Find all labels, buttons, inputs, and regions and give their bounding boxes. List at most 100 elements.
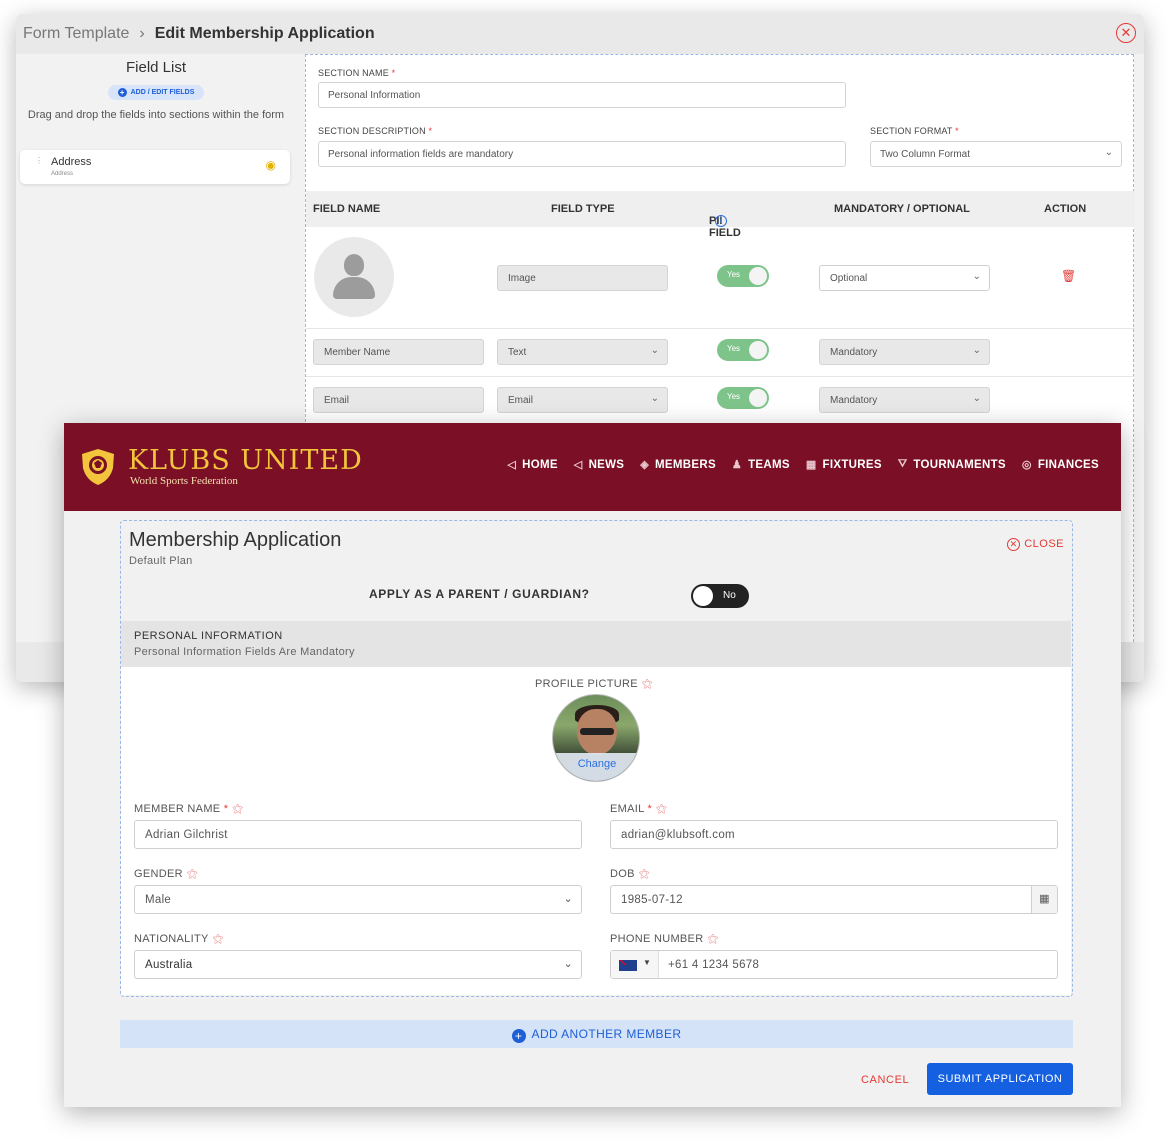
email-input[interactable]: adrian@klubsoft.com xyxy=(610,820,1058,849)
calendar-icon[interactable]: ▦ xyxy=(1031,886,1057,913)
col-field-name: FIELD NAME xyxy=(313,203,381,215)
info-icon[interactable]: i xyxy=(715,215,727,227)
shield-logo-icon xyxy=(82,449,114,485)
section-description: Personal Information Fields Are Mandator… xyxy=(134,646,355,658)
member-name-input[interactable]: Adrian Gilchrist xyxy=(134,820,582,849)
cancel-button[interactable]: CANCEL xyxy=(861,1074,909,1086)
caret-down-icon: ▼ xyxy=(643,958,652,967)
section-description-label: SECTION DESCRIPTION * xyxy=(318,126,433,136)
main-nav: ◁ HOME ◁ NEWS ◈ MEMBERS ♟ TEAMS ▦ FIXTURES ⛛ T… xyxy=(507,458,1099,471)
add-edit-fields-label: ADD / EDIT FIELDS xyxy=(130,89,195,96)
application-card: Membership Application Default Plan ✕ CLO… xyxy=(120,520,1073,997)
mode-select[interactable]: Mandatory ⌄ xyxy=(819,387,990,413)
chevron-down-icon: ⌄ xyxy=(1104,147,1113,158)
gender-select[interactable]: Male ⌄ xyxy=(134,885,582,914)
fingerprint-icon: ⚝ xyxy=(186,868,198,880)
drag-handle-icon[interactable]: ⋮ xyxy=(35,157,43,165)
trash-icon[interactable]: 🗑 xyxy=(1061,269,1076,283)
megaphone-icon: ◁ xyxy=(507,459,517,471)
chevron-down-icon: ⌄ xyxy=(650,345,659,356)
field-list-title: Field List xyxy=(125,59,187,76)
add-edit-fields-button[interactable]: + ADD / EDIT FIELDS xyxy=(108,85,204,100)
gender-label: GENDER ⚝ xyxy=(134,868,198,880)
nav-home[interactable]: ◁ HOME xyxy=(507,458,557,472)
section-name-input[interactable]: Personal Information xyxy=(318,82,846,108)
field-type-select[interactable]: Email ⌄ xyxy=(497,387,668,413)
parent-guardian-question: APPLY AS A PARENT / GUARDIAN? xyxy=(369,587,590,601)
col-mandatory-optional: MANDATORY / OPTIONAL xyxy=(834,203,970,215)
section-header: PERSONAL INFORMATION Personal Informatio… xyxy=(121,621,1071,667)
chevron-down-icon: ⌄ xyxy=(563,958,573,970)
profile-picture-label: PROFILE PICTURE ⚝ xyxy=(535,678,653,690)
field-name-member-name[interactable]: Member Name xyxy=(313,339,484,365)
phone-label: PHONE NUMBER ⚝ xyxy=(610,933,719,945)
trophy-icon: ⛛ xyxy=(897,458,908,470)
breadcrumb-parent[interactable]: Form Template xyxy=(23,25,129,43)
field-card-address[interactable]: ⋮ Address Address ◉ xyxy=(20,150,290,184)
field-card-title: Address xyxy=(51,156,92,168)
chevron-down-icon: ⌄ xyxy=(972,393,981,404)
field-name-email[interactable]: Email xyxy=(313,387,484,413)
australia-flag-icon xyxy=(619,960,637,971)
change-photo-button[interactable]: Change xyxy=(553,753,639,781)
profile-photo[interactable]: Change xyxy=(552,694,640,782)
nav-fixtures[interactable]: ▦ FIXTURES xyxy=(805,458,882,472)
site-header: KLUBS UNITED World Sports Federation ◁ HO… xyxy=(64,423,1121,511)
close-button[interactable]: ✕ CLOSE xyxy=(1007,538,1064,551)
field-type-select[interactable]: Text ⌄ xyxy=(497,339,668,365)
nationality-label: NATIONALITY ⚝ xyxy=(134,933,224,945)
country-code-select[interactable]: ▼ xyxy=(611,951,659,978)
phone-input[interactable]: ▼ +61 4 1234 5678 xyxy=(610,950,1058,979)
nav-news[interactable]: ◁ NEWS xyxy=(573,458,624,472)
pii-toggle[interactable]: Yes xyxy=(717,387,769,409)
brand-name[interactable]: KLUBS UNITED xyxy=(128,445,363,476)
section-format-label: SECTION FORMAT * xyxy=(870,126,959,136)
nav-finances[interactable]: ◎ FINANCES xyxy=(1021,458,1099,472)
section-name-label: SECTION NAME * xyxy=(318,68,396,78)
section-format-select[interactable]: Two Column Format ⌄ xyxy=(870,141,1122,167)
membership-application-window: KLUBS UNITED World Sports Federation ◁ HO… xyxy=(64,423,1121,1107)
add-another-member-button[interactable]: + ADD ANOTHER MEMBER xyxy=(120,1020,1073,1048)
close-icon[interactable]: ✕ xyxy=(1116,23,1136,43)
close-icon: ✕ xyxy=(1007,538,1021,551)
chevron-down-icon: ⌄ xyxy=(650,393,659,404)
field-card-subtitle: Address xyxy=(51,171,74,177)
nav-members[interactable]: ◈ MEMBERS xyxy=(640,458,716,472)
megaphone-icon: ◁ xyxy=(573,459,583,471)
fingerprint-icon: ⚝ xyxy=(656,803,668,815)
nav-teams[interactable]: ♟ TEAMS xyxy=(732,458,790,472)
personal-info-fields: PROFILE PICTURE ⚝ Change MEMBER NAME * ⚝ A… xyxy=(121,667,1071,995)
nav-tournaments[interactable]: ⛛ TOURNAMENTS xyxy=(898,458,1006,471)
nationality-select[interactable]: Australia ⌄ xyxy=(134,950,582,979)
field-list-help: Drag and drop the fields into sections w… xyxy=(27,109,285,121)
parent-guardian-toggle[interactable]: No xyxy=(691,584,749,608)
calendar-icon: ▦ xyxy=(805,459,817,471)
field-grid-header: FIELD NAME FIELD TYPE PII FIELD i MANDATO… xyxy=(306,191,1135,239)
chevron-down-icon: ⌄ xyxy=(972,271,981,282)
brand-tagline: World Sports Federation xyxy=(130,475,238,487)
fingerprint-icon: ⚝ xyxy=(641,678,653,690)
member-name-label: MEMBER NAME * ⚝ xyxy=(134,803,244,815)
field-type-image: Image xyxy=(497,265,668,291)
page-title: Edit Membership Application xyxy=(154,25,375,42)
chevron-right-icon: › xyxy=(139,25,145,42)
col-action: ACTION xyxy=(1044,203,1087,215)
coin-icon: ◎ xyxy=(1021,459,1032,471)
plus-icon: + xyxy=(117,88,127,97)
application-plan: Default Plan xyxy=(129,555,193,567)
mode-select[interactable]: Optional ⌄ xyxy=(819,265,990,291)
pii-toggle[interactable]: Yes xyxy=(717,339,769,361)
section-title: PERSONAL INFORMATION xyxy=(134,630,283,642)
plus-circle-icon: + xyxy=(511,1029,526,1043)
pii-toggle[interactable]: Yes xyxy=(717,265,769,287)
dob-input[interactable]: 1985-07-12 ▦ xyxy=(610,885,1058,914)
dob-label: DOB ⚝ xyxy=(610,868,650,880)
breadcrumb: Form Template › Edit Membership Applicat… xyxy=(16,14,1144,54)
section-description-input[interactable]: Personal information fields are mandator… xyxy=(318,141,846,167)
submit-application-button[interactable]: SUBMIT APPLICATION xyxy=(927,1063,1073,1095)
badge-icon: ◈ xyxy=(640,459,650,471)
mode-select[interactable]: Mandatory ⌄ xyxy=(819,339,990,365)
application-title: Membership Application xyxy=(129,529,342,551)
email-label: EMAIL * ⚝ xyxy=(610,803,668,815)
fingerprint-icon: ⚝ xyxy=(212,933,224,945)
